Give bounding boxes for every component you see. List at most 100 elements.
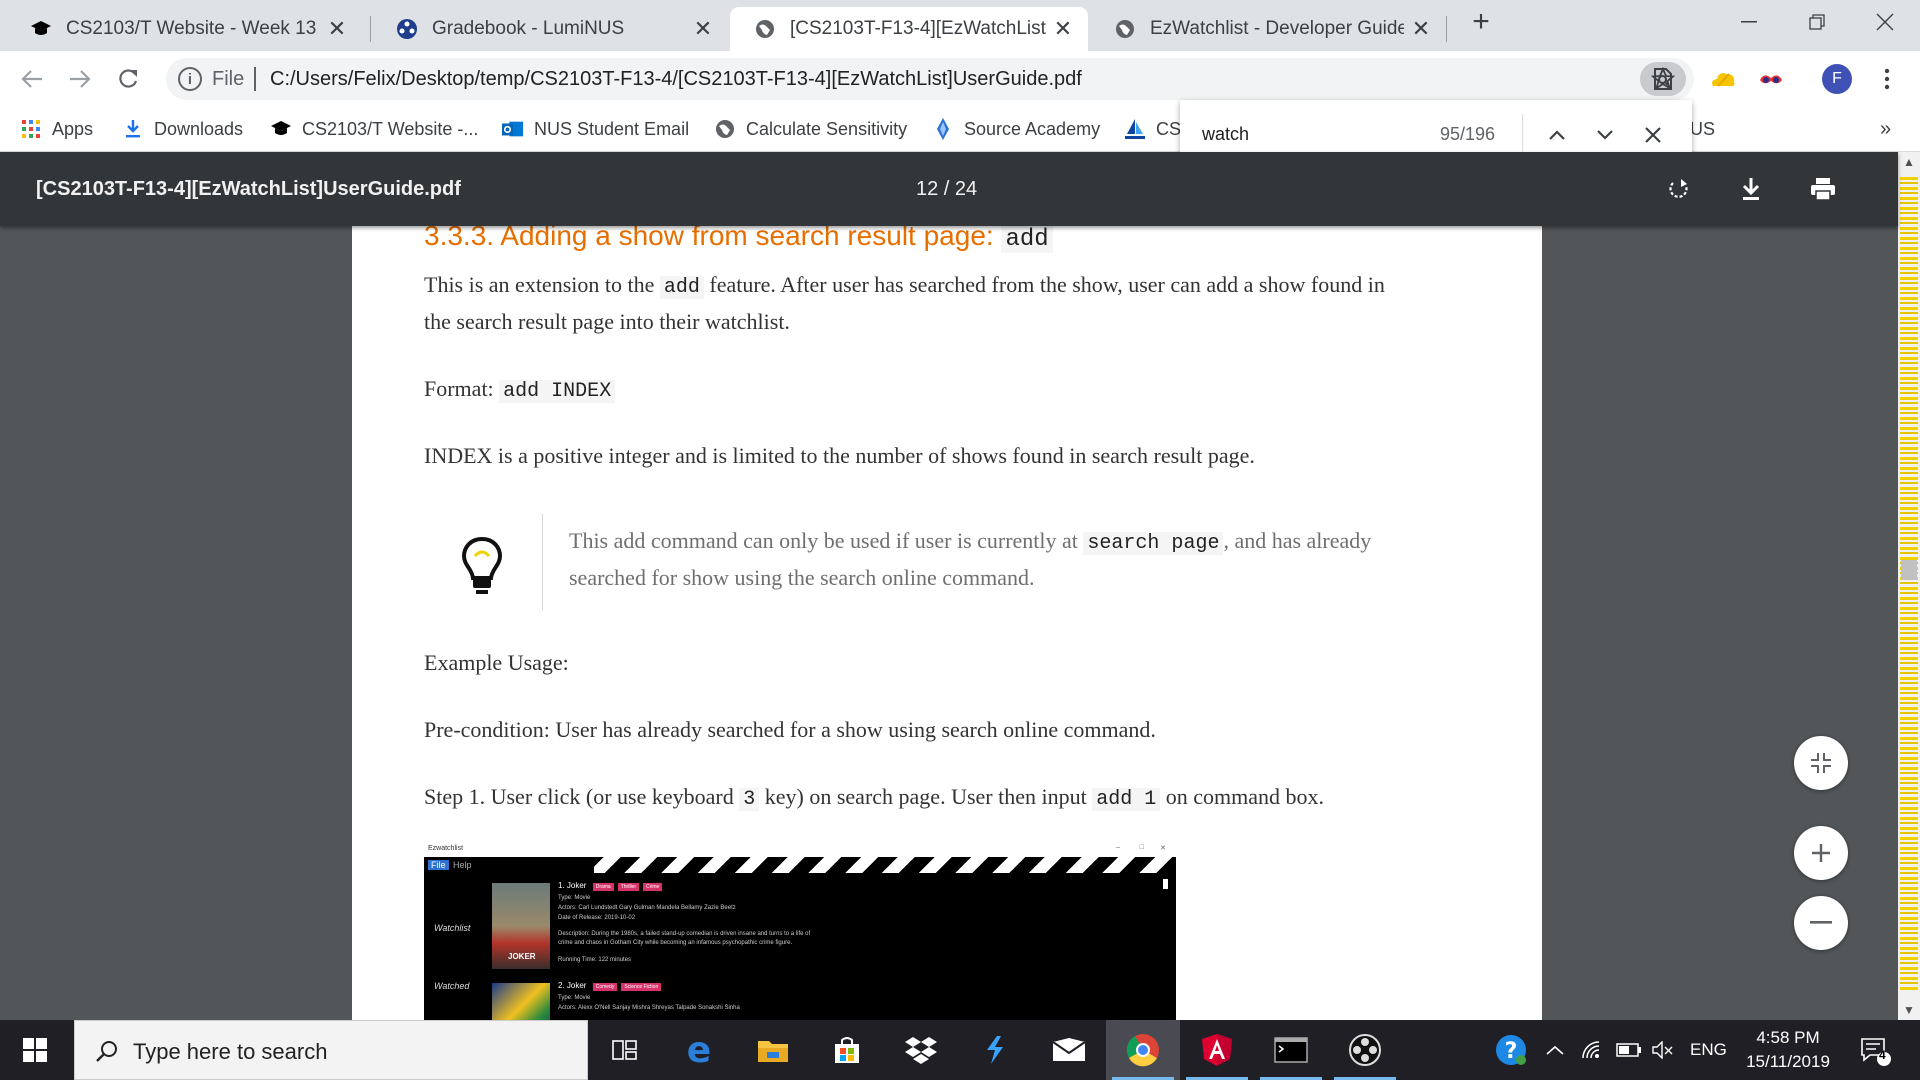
- forward-button[interactable]: [62, 61, 98, 97]
- bookmark-calculate-sensitivity[interactable]: Calculate Sensitivity: [714, 114, 907, 144]
- taskbar-search-box[interactable]: Type here to search: [74, 1020, 588, 1080]
- volume-muted-icon[interactable]: [1652, 1020, 1674, 1080]
- find-close-button[interactable]: [1638, 120, 1668, 150]
- taskbar-edge-icon[interactable]: e: [662, 1020, 736, 1080]
- action-center-icon[interactable]: 4: [1858, 1020, 1892, 1080]
- taskbar-film-reel-icon[interactable]: [1328, 1020, 1402, 1080]
- app-titlebar: Ezwatchlist – □ ✕: [424, 843, 1176, 857]
- pdf-document-area[interactable]: 3.3.3. Adding a show from search result …: [0, 226, 1898, 1020]
- bookmark-cs2103-website[interactable]: CS2103/T Website -...: [270, 114, 478, 144]
- bookmark-cs[interactable]: CS: [1124, 114, 1181, 144]
- bookmark-star-icon[interactable]: [1648, 64, 1678, 94]
- graduation-cap-icon: [30, 18, 52, 40]
- rotate-icon[interactable]: [1662, 172, 1696, 206]
- scroll-down-arrow-icon[interactable]: ▼: [1898, 1000, 1920, 1020]
- new-tab-button[interactable]: +: [1446, 0, 1516, 44]
- bookmark-label: Source Academy: [964, 118, 1101, 139]
- scrollbar-thumb[interactable]: [1901, 560, 1917, 580]
- back-button[interactable]: [14, 61, 50, 97]
- paragraph-intro: This is an extension to the add feature.…: [424, 272, 1385, 299]
- extension-cloud-icon[interactable]: [1708, 64, 1738, 94]
- minimize-button[interactable]: [1714, 0, 1784, 44]
- vertical-scrollbar[interactable]: ▲ ▼: [1898, 152, 1920, 1020]
- reload-button[interactable]: [110, 61, 146, 97]
- inline-code: search page: [1083, 532, 1224, 555]
- close-icon[interactable]: ✕: [1410, 16, 1432, 41]
- tab-developer-guide[interactable]: EzWatchlist - Developer Guide ✕: [1090, 7, 1446, 51]
- poster-joker: JOKER: [492, 883, 550, 969]
- outlook-icon: [502, 118, 524, 140]
- print-icon[interactable]: [1806, 172, 1840, 206]
- zoom-out-button[interactable]: [1794, 896, 1848, 950]
- close-icon[interactable]: ✕: [692, 16, 714, 41]
- bookmark-label: NUS Student Email: [534, 118, 690, 139]
- pdf-page: 3.3.3. Adding a show from search result …: [352, 226, 1542, 1020]
- tip-block: This add command can only be used if use…: [424, 514, 1474, 618]
- genre-tag: Thriller: [617, 883, 639, 891]
- bookmarks-overflow-button[interactable]: »: [1880, 114, 1891, 144]
- find-previous-button[interactable]: [1542, 120, 1572, 150]
- close-icon[interactable]: ✕: [326, 16, 348, 41]
- fit-to-page-button[interactable]: [1794, 736, 1848, 790]
- taskbar-file-explorer-icon[interactable]: [736, 1020, 810, 1080]
- tab-gradebook[interactable]: Gradebook - LumiNUS ✕: [372, 7, 728, 51]
- windows-start-button[interactable]: [0, 1020, 70, 1080]
- download-icon[interactable]: [1734, 172, 1768, 206]
- tray-overflow-icon[interactable]: [1546, 1020, 1564, 1080]
- pdf-page-indicator[interactable]: 12 / 24: [916, 178, 977, 201]
- menu-dots-icon[interactable]: [1872, 64, 1902, 94]
- zoom-in-button[interactable]: [1794, 826, 1848, 880]
- tab-title: Gradebook - LumiNUS: [432, 18, 625, 39]
- taskbar-angular-icon[interactable]: [1180, 1020, 1254, 1080]
- tab-userguide-pdf[interactable]: [CS2103T-F13-4][EzWatchList]Use ✕: [730, 7, 1088, 51]
- taskbar-dropbox-icon[interactable]: [884, 1020, 958, 1080]
- taskbar-clock[interactable]: 4:58 PM 15/11/2019: [1738, 1026, 1838, 1074]
- tab-title: EzWatchlist - Developer Guide: [1150, 18, 1404, 39]
- bookmark-apps[interactable]: Apps: [20, 114, 93, 144]
- example-usage-label: Example Usage:: [424, 650, 569, 675]
- restore-button[interactable]: [1782, 0, 1852, 44]
- globe-icon: [714, 118, 736, 140]
- taskbar-mail-icon[interactable]: [1032, 1020, 1106, 1080]
- info-icon[interactable]: i: [178, 67, 202, 91]
- show-type: Type: Movie: [558, 995, 591, 1001]
- taskbar-terminal-icon[interactable]: [1254, 1020, 1328, 1080]
- find-input[interactable]: watch: [1202, 124, 1249, 145]
- address-bar[interactable]: i File C:/Users/Felix/Desktop/temp/CS210…: [166, 58, 1694, 100]
- url-text[interactable]: C:/Users/Felix/Desktop/temp/CS2103T-F13-…: [270, 68, 1082, 91]
- format-line: Format: add INDEX: [424, 376, 616, 403]
- tab-strip: CS2103/T Website - Week 13 - P ✕ Gradebo…: [0, 0, 1920, 51]
- app-side-watchlist: Watchlist: [434, 923, 471, 933]
- tab-title: [CS2103T-F13-4][EzWatchList]Use: [790, 18, 1046, 39]
- minimize-icon: –: [1116, 844, 1120, 851]
- profile-avatar[interactable]: F: [1822, 64, 1852, 94]
- notification-count: 4: [1879, 1048, 1886, 1062]
- taskbar-vscode-icon[interactable]: [958, 1020, 1032, 1080]
- bookmark-label: CS2103/T Website -...: [302, 118, 479, 139]
- section-heading: 3.3.3. Adding a show from search result …: [424, 226, 1053, 253]
- bookmark-source-academy[interactable]: Source Academy: [932, 114, 1100, 144]
- taskbar-store-icon[interactable]: [810, 1020, 884, 1080]
- find-next-button[interactable]: [1590, 120, 1620, 150]
- bookmark-label: CS: [1156, 118, 1182, 139]
- tray-help-icon[interactable]: ?: [1494, 1020, 1528, 1080]
- wifi-icon[interactable]: [1582, 1020, 1604, 1080]
- profile-initial: F: [1822, 64, 1852, 94]
- close-window-button[interactable]: [1850, 0, 1920, 44]
- extension-icon[interactable]: [1756, 64, 1786, 94]
- tip-text-line2: searched for show using the search onlin…: [569, 565, 1035, 590]
- bookmark-downloads[interactable]: Downloads: [122, 114, 243, 144]
- section-heading-code: add: [1001, 226, 1053, 253]
- battery-icon[interactable]: [1616, 1020, 1642, 1080]
- bookmark-nus-email[interactable]: NUS Student Email: [502, 114, 689, 144]
- lightbulb-icon: [461, 536, 503, 594]
- tab-cs2103-website[interactable]: CS2103/T Website - Week 13 - P ✕: [6, 7, 362, 51]
- task-view-button[interactable]: [588, 1020, 662, 1080]
- language-indicator[interactable]: ENG: [1690, 1020, 1727, 1080]
- bookmark-us[interactable]: US: [1690, 114, 1715, 144]
- browser-toolbar: i File C:/Users/Felix/Desktop/temp/CS210…: [0, 51, 1920, 106]
- text: on command box.: [1165, 784, 1324, 809]
- close-icon[interactable]: ✕: [1052, 16, 1074, 41]
- scroll-up-arrow-icon[interactable]: ▲: [1898, 152, 1920, 172]
- taskbar-chrome-icon[interactable]: [1106, 1020, 1180, 1080]
